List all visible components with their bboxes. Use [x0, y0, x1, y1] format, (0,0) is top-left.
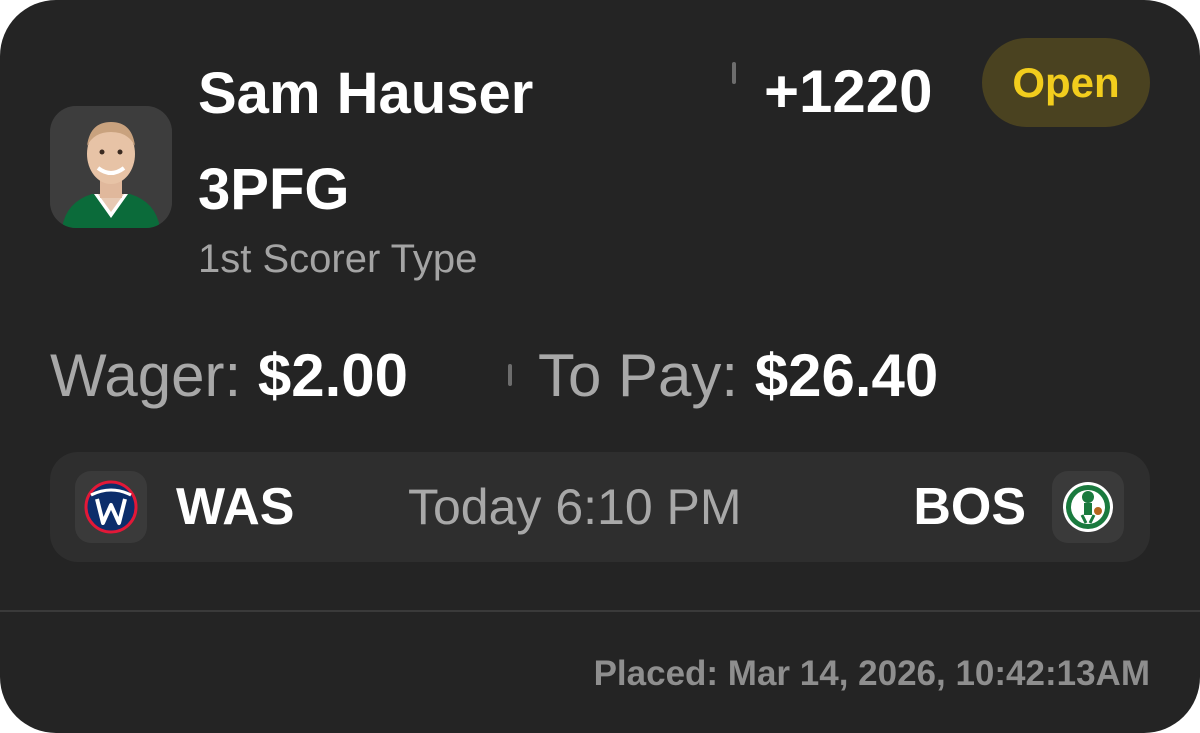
away-team: WAS — [176, 478, 295, 536]
game-matchup[interactable]: WAS Today 6:10 PM BOS — [50, 452, 1150, 562]
wager-label: Wager: — [50, 342, 242, 409]
bet-card[interactable]: Sam Hauser 3PFG 1st Scorer Type +1220 Op… — [0, 0, 1200, 733]
to-pay-value: $26.40 — [754, 342, 939, 409]
divider-tick — [732, 62, 736, 84]
celtics-logo-icon — [1052, 471, 1124, 543]
game-time: Today 6:10 PM — [408, 479, 742, 535]
home-team: BOS — [913, 478, 1026, 536]
placed-timestamp: Placed: Mar 14, 2026, 10:42:13AM — [593, 654, 1150, 693]
footer-divider — [0, 610, 1200, 612]
to-pay-label: To Pay: — [538, 342, 739, 409]
wager-value: $2.00 — [257, 342, 408, 409]
bet-market: 3PFG — [198, 157, 350, 222]
status-badge: Open — [982, 38, 1150, 127]
divider-tick — [508, 364, 512, 386]
odds: +1220 — [764, 58, 933, 125]
wager-row: Wager: $2.00 To Pay: $26.40 — [50, 338, 938, 414]
bet-type: 1st Scorer Type — [198, 237, 478, 281]
wizards-logo-icon — [75, 471, 147, 543]
player-name: Sam Hauser — [198, 61, 534, 126]
player-avatar — [50, 106, 172, 228]
